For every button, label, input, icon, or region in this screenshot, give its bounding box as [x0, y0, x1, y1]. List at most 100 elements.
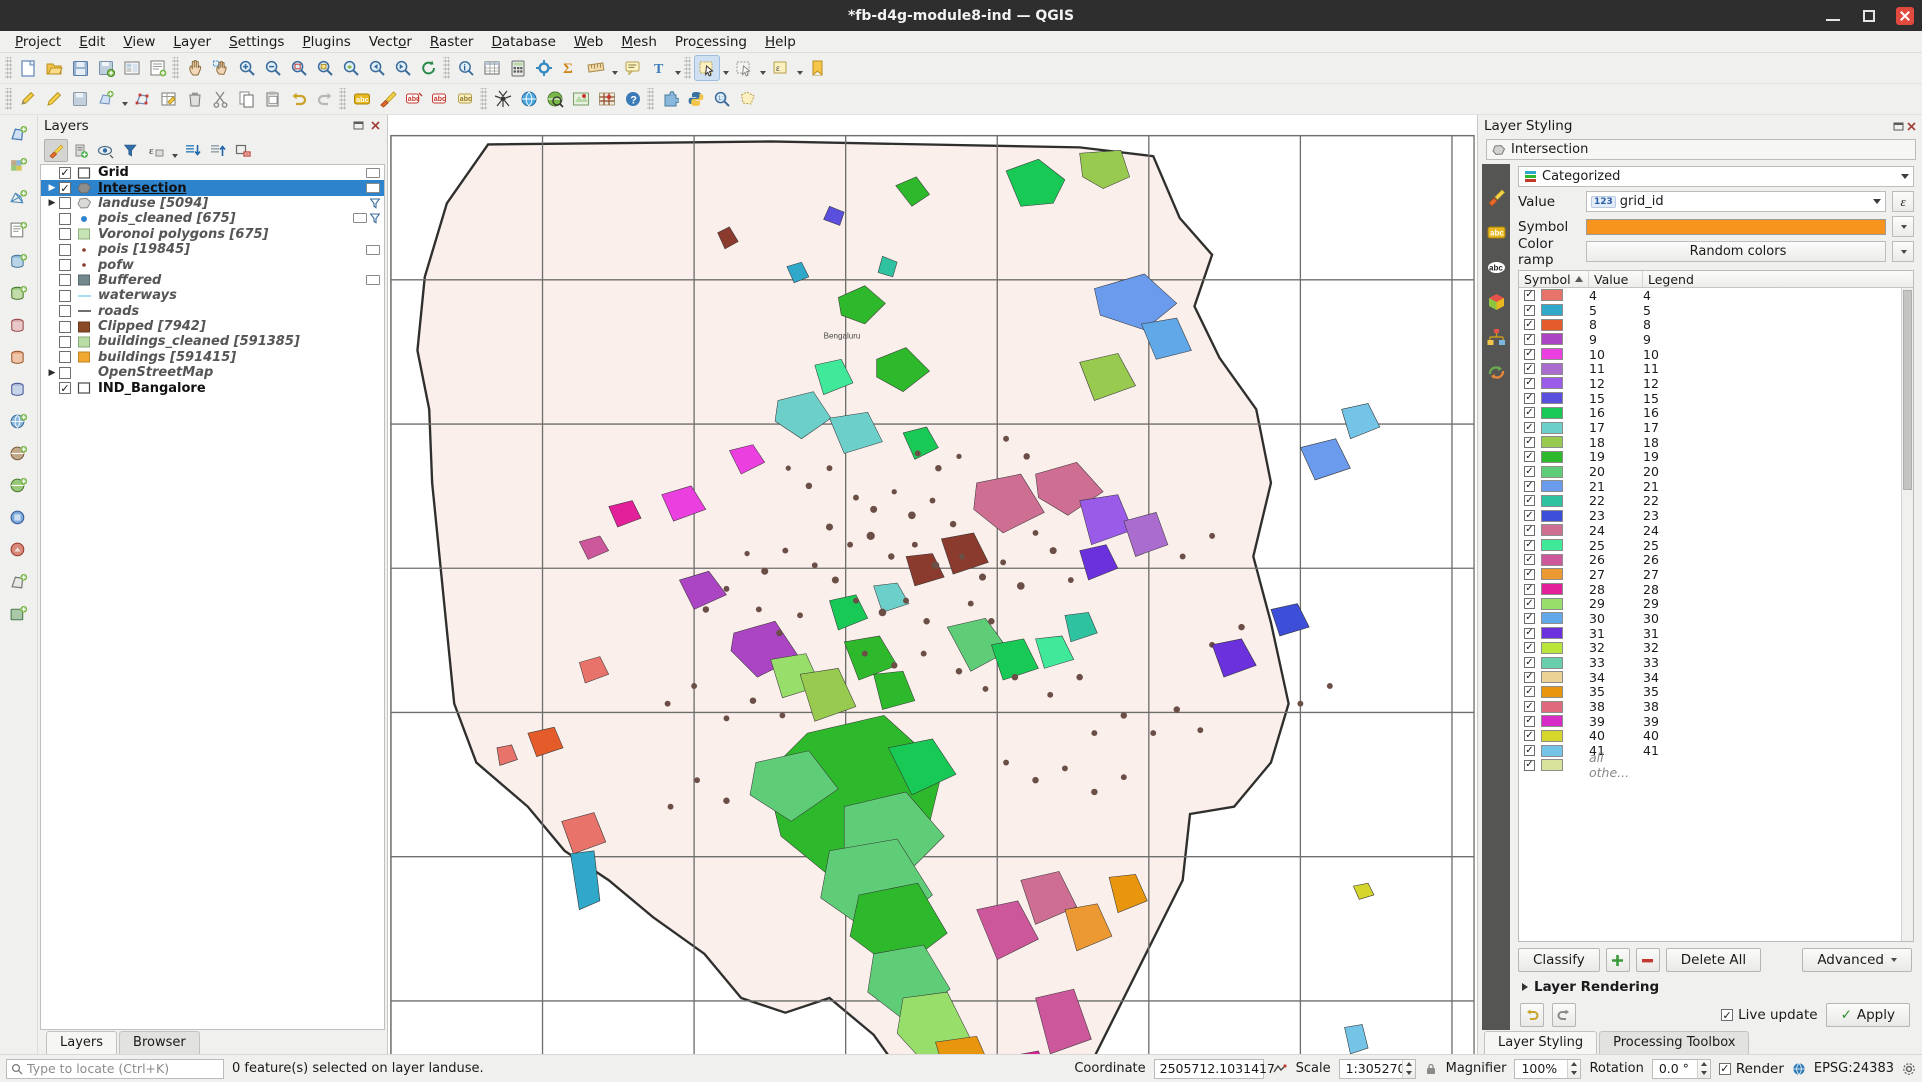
add-mesh-layer-icon[interactable]	[4, 183, 34, 213]
remove-layer-icon[interactable]	[231, 139, 255, 162]
category-checkbox[interactable]: ✓	[1524, 671, 1535, 683]
show-hide-labels-icon[interactable]: abc	[427, 86, 453, 112]
zoom-selection-icon[interactable]	[312, 55, 338, 81]
layer-expand-arrow[interactable]: ▶	[45, 183, 59, 193]
zoom-in-icon[interactable]	[234, 55, 260, 81]
category-checkbox[interactable]: ✓	[1524, 730, 1535, 742]
crs-label[interactable]: EPSG:24383	[1814, 1061, 1894, 1076]
add-raster-layer-icon[interactable]	[4, 151, 34, 181]
category-checkbox[interactable]: ✓	[1524, 524, 1535, 536]
edit-indicator-icon[interactable]	[366, 275, 380, 286]
category-checkbox[interactable]: ✓	[1524, 568, 1535, 580]
new-print-layout-icon[interactable]	[145, 55, 171, 81]
category-checkbox[interactable]: ✓	[1524, 422, 1535, 434]
layer-visibility-checkbox[interactable]	[59, 335, 71, 348]
layer-item-buildings_cleaned[interactable]: buildings_cleaned [591385]	[41, 334, 384, 349]
advanced-button[interactable]: Advanced	[1802, 948, 1912, 972]
add-mssql-layer-icon[interactable]	[4, 311, 34, 341]
apply-button[interactable]: ✓ Apply	[1825, 1003, 1910, 1027]
category-checkbox[interactable]: ✓	[1524, 289, 1535, 301]
menu-processing[interactable]: Processing	[666, 32, 756, 52]
edit-indicator-icon[interactable]	[366, 167, 380, 178]
category-checkbox[interactable]: ✓	[1524, 407, 1535, 419]
layer-item-landuse[interactable]: ▶ landuse [5094]	[41, 196, 384, 211]
refresh-icon[interactable]	[416, 55, 442, 81]
category-color-swatch[interactable]	[1541, 333, 1563, 346]
toolbar-grip[interactable]	[5, 88, 12, 110]
layer-visibility-checkbox[interactable]	[59, 366, 71, 379]
new-bookmark-icon[interactable]	[805, 55, 831, 81]
categories-scrollbar[interactable]	[1901, 288, 1913, 941]
category-color-swatch[interactable]	[1541, 685, 1563, 698]
python-console-icon[interactable]	[683, 86, 709, 112]
select-features-icon[interactable]	[694, 55, 720, 81]
category-checkbox[interactable]: ✓	[1524, 495, 1535, 507]
select-by-expression-dropdown[interactable]	[794, 55, 805, 81]
category-row[interactable]: ✓ 18 18	[1519, 435, 1901, 450]
layer-visibility-checkbox[interactable]: ✓	[59, 382, 71, 395]
category-checkbox[interactable]: ✓	[1524, 715, 1535, 727]
category-color-swatch[interactable]	[1541, 583, 1563, 596]
minimize-button[interactable]	[1824, 7, 1842, 25]
menu-project[interactable]: Project	[6, 32, 70, 52]
redo-style-icon[interactable]	[1552, 1003, 1576, 1027]
style-panel-float-icon[interactable]	[1892, 120, 1905, 133]
category-checkbox[interactable]: ✓	[1524, 583, 1535, 595]
processing-toolbox-icon[interactable]	[531, 55, 557, 81]
category-row[interactable]: ✓ 4 4	[1519, 288, 1901, 303]
open-layer-styling-panel-icon[interactable]	[44, 139, 68, 162]
layer-item-waterways[interactable]: waterways	[41, 288, 384, 303]
plugin-manager-icon[interactable]	[657, 86, 683, 112]
category-row[interactable]: ✓ 35 35	[1519, 684, 1901, 699]
layer-tree[interactable]: ✓ Grid ▶ ✓ Intersection ▶ landuse [5094] pois_c…	[40, 164, 385, 1030]
menu-mesh[interactable]: Mesh	[612, 32, 666, 52]
category-row[interactable]: ✓ 11 11	[1519, 361, 1901, 376]
category-color-swatch[interactable]	[1541, 641, 1563, 654]
menu-raster[interactable]: Raster	[421, 32, 483, 52]
add-wms-layer-icon[interactable]	[4, 407, 34, 437]
style-tab-processing-toolbox[interactable]: Processing Toolbox	[1599, 1031, 1750, 1054]
category-color-swatch[interactable]	[1541, 318, 1563, 331]
select-features-dropdown[interactable]	[720, 55, 731, 81]
help-icon[interactable]: ?	[620, 86, 646, 112]
paste-features-icon[interactable]	[260, 86, 286, 112]
category-row[interactable]: ✓ 39 39	[1519, 714, 1901, 729]
cut-features-icon[interactable]	[208, 86, 234, 112]
layer-visibility-checkbox[interactable]	[59, 212, 71, 225]
category-color-swatch[interactable]	[1541, 729, 1563, 742]
label-icon[interactable]: abc	[349, 86, 375, 112]
category-color-swatch[interactable]	[1541, 465, 1563, 478]
category-row[interactable]: ✓ 27 27	[1519, 567, 1901, 582]
filter-indicator-icon[interactable]	[370, 198, 380, 209]
text-annotation-icon[interactable]: T	[646, 55, 672, 81]
zoom-native-icon[interactable]: 1:1	[709, 86, 735, 112]
layer-item-pofw[interactable]: pofw	[41, 257, 384, 273]
manage-map-themes-icon[interactable]	[94, 139, 118, 162]
add-feature-icon[interactable]	[93, 86, 119, 112]
undo-style-icon[interactable]	[1520, 1003, 1544, 1027]
delete-selected-icon[interactable]	[182, 86, 208, 112]
add-vector-layer-icon[interactable]	[4, 119, 34, 149]
category-row[interactable]: ✓ 19 19	[1519, 449, 1901, 464]
globe-icon[interactable]	[516, 86, 542, 112]
category-color-swatch[interactable]	[1541, 480, 1563, 493]
add-delimited-text-layer-icon[interactable]	[4, 215, 34, 245]
category-checkbox[interactable]: ✓	[1524, 759, 1535, 771]
category-color-swatch[interactable]	[1541, 494, 1563, 507]
filter-expression-dropdown[interactable]	[169, 138, 180, 164]
close-button[interactable]	[1896, 6, 1914, 25]
category-row[interactable]: ✓ 31 31	[1519, 626, 1901, 641]
category-row[interactable]: ✓ 22 22	[1519, 493, 1901, 508]
deselect-icon[interactable]	[731, 55, 757, 81]
category-row[interactable]: ✓ 40 40	[1519, 728, 1901, 743]
scale-combo[interactable]: 1:305270	[1338, 1058, 1416, 1079]
category-color-swatch[interactable]	[1541, 436, 1563, 449]
category-color-swatch[interactable]	[1541, 406, 1563, 419]
category-checkbox[interactable]: ✓	[1524, 480, 1535, 492]
category-color-swatch[interactable]	[1541, 304, 1563, 317]
spider-diagram-icon[interactable]	[490, 86, 516, 112]
maximize-button[interactable]	[1860, 7, 1878, 25]
layer-item-buildings[interactable]: buildings [591415]	[41, 350, 384, 365]
toggle-editing-icon[interactable]	[41, 86, 67, 112]
statistical-summary-icon[interactable]: Σ	[557, 55, 583, 81]
